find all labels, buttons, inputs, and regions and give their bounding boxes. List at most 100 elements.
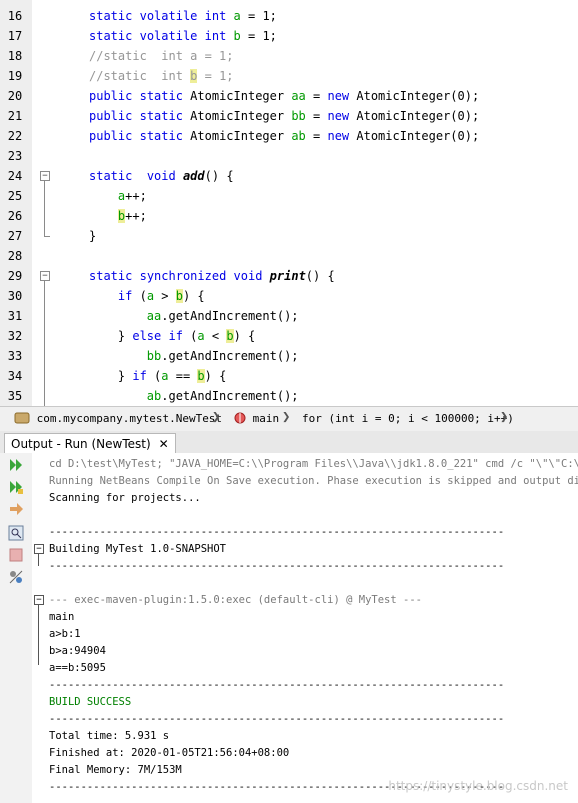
code-text: public static AtomicInteger ab = new Ato… bbox=[89, 129, 480, 143]
tab-output-run[interactable]: Output - Run (NewTest) ✕ bbox=[4, 433, 176, 454]
line-number: 29 bbox=[7, 269, 23, 283]
code-line[interactable]: 26 b++; bbox=[0, 206, 578, 226]
code-text: //static int b = 1; bbox=[89, 69, 234, 83]
line-number: 34 bbox=[7, 369, 23, 383]
line-number: 27 bbox=[7, 229, 23, 243]
code-line[interactable]: 22 public static AtomicInteger ab = new A… bbox=[0, 126, 578, 146]
code-line[interactable]: 16 static volatile int a = 1; bbox=[0, 6, 578, 26]
line-number: 19 bbox=[7, 69, 23, 83]
breadcrumb-method[interactable]: main bbox=[234, 411, 279, 427]
class-icon bbox=[14, 412, 30, 424]
code-line[interactable]: 21 public static AtomicInteger bb = new A… bbox=[0, 106, 578, 126]
chevron-right-icon: ❯ bbox=[212, 409, 221, 425]
code-text: bb.getAndIncrement(); bbox=[146, 349, 299, 363]
output-line: main bbox=[49, 611, 75, 623]
code-text: aa.getAndIncrement(); bbox=[146, 309, 299, 323]
fold-line bbox=[44, 181, 45, 236]
breadcrumb-loop[interactable]: for (int i = 0; i < 100000; i++) bbox=[302, 411, 514, 427]
output-line: b>a:94904 bbox=[49, 645, 106, 657]
code-line[interactable]: 23 bbox=[0, 146, 578, 166]
rerun-icon[interactable] bbox=[8, 457, 24, 473]
code-line[interactable]: 27} bbox=[0, 226, 578, 246]
code-text: public static AtomicInteger bb = new Ato… bbox=[89, 109, 480, 123]
line-number: 22 bbox=[7, 129, 23, 143]
line-number: 20 bbox=[7, 89, 23, 103]
code-text: if (a > b) { bbox=[117, 289, 205, 303]
code-line[interactable]: 17 static volatile int b = 1; bbox=[0, 26, 578, 46]
fold-line bbox=[38, 554, 39, 566]
code-text: } if (a == b) { bbox=[89, 369, 227, 383]
code-text: } bbox=[89, 229, 97, 243]
inspect-icon[interactable] bbox=[8, 525, 24, 541]
code-line[interactable]: 31 aa.getAndIncrement(); bbox=[0, 306, 578, 326]
code-text: } else if (a < b) { bbox=[89, 329, 256, 343]
stop-arrow-icon[interactable] bbox=[8, 501, 24, 517]
chevron-right-icon: ❯ bbox=[282, 409, 291, 425]
line-number: 28 bbox=[7, 249, 23, 263]
code-line[interactable]: 25 a++; bbox=[0, 186, 578, 206]
code-line[interactable]: 28 bbox=[0, 246, 578, 266]
line-number: 31 bbox=[7, 309, 23, 323]
chevron-right-icon: ❯ bbox=[500, 409, 509, 425]
line-number: 25 bbox=[7, 189, 23, 203]
output-line: Scanning for projects... bbox=[49, 492, 201, 504]
close-icon[interactable]: ✕ bbox=[159, 437, 169, 451]
output-toolbar bbox=[0, 453, 33, 803]
line-number: 21 bbox=[7, 109, 23, 123]
output-console[interactable]: cd D:\test\MyTest; "JAVA_HOME=C:\\Progra… bbox=[32, 453, 578, 803]
code-text: //static int a = 1; bbox=[89, 49, 234, 63]
code-text: static void add() { bbox=[89, 169, 234, 183]
line-number: 33 bbox=[7, 349, 23, 363]
code-line[interactable]: 34 } if (a == b) { bbox=[0, 366, 578, 386]
settings-icon[interactable] bbox=[8, 569, 24, 585]
breadcrumb: com.mycompany.mytest.NewTest ❯ main ❯ fo… bbox=[0, 406, 578, 432]
fold-toggle-add[interactable]: − bbox=[40, 171, 50, 181]
code-line[interactable]: 35 ab.getAndIncrement(); bbox=[0, 386, 578, 406]
code-line[interactable]: 19 //static int b = 1; bbox=[0, 66, 578, 86]
line-number: 35 bbox=[7, 389, 23, 403]
fold-toggle-print[interactable]: − bbox=[40, 271, 50, 281]
output-line: ----------------------------------------… bbox=[49, 560, 505, 572]
fold-toggle-building[interactable]: − bbox=[34, 544, 44, 554]
line-number: 17 bbox=[7, 29, 23, 43]
code-text: static volatile int a = 1; bbox=[89, 9, 277, 23]
output-line: Building MyTest 1.0-SNAPSHOT bbox=[49, 543, 227, 555]
code-editor[interactable]: 16 static volatile int a = 1; 17 static vol… bbox=[0, 0, 578, 406]
rerun-with-args-icon[interactable] bbox=[8, 479, 24, 495]
output-line: Final Memory: 7M/153M bbox=[49, 764, 182, 776]
code-text: static volatile int b = 1; bbox=[89, 29, 277, 43]
code-text: a++; bbox=[117, 189, 147, 203]
output-line: Running NetBeans Compile On Save executi… bbox=[49, 475, 578, 487]
code-line[interactable]: 29 static synchronized void print() { bbox=[0, 266, 578, 286]
output-line: ----------------------------------------… bbox=[49, 679, 505, 691]
fold-line bbox=[38, 605, 39, 665]
output-line: Total time: 5.931 s bbox=[49, 730, 170, 742]
line-number: 24 bbox=[7, 169, 23, 183]
line-number: 23 bbox=[7, 149, 23, 163]
fold-toggle-exec[interactable]: − bbox=[34, 595, 44, 605]
code-line[interactable]: 18 //static int a = 1; bbox=[0, 46, 578, 66]
code-text: b++; bbox=[117, 209, 147, 223]
output-line: BUILD SUCCESS bbox=[49, 696, 132, 708]
breadcrumb-class[interactable]: com.mycompany.mytest.NewTest bbox=[14, 411, 222, 427]
code-line[interactable]: 24 static void add() { bbox=[0, 166, 578, 186]
output-line: a>b:1 bbox=[49, 628, 81, 640]
method-icon bbox=[234, 412, 246, 424]
line-number: 18 bbox=[7, 49, 23, 63]
stop-icon[interactable] bbox=[8, 547, 24, 563]
fold-end bbox=[44, 236, 50, 237]
output-tab-bar: Output - Run (NewTest) ✕ bbox=[0, 431, 578, 454]
code-line[interactable]: 30 if (a > b) { bbox=[0, 286, 578, 306]
output-line: ----------------------------------------… bbox=[49, 526, 505, 538]
line-number: 30 bbox=[7, 289, 23, 303]
code-line[interactable]: 20 public static AtomicInteger aa = new A… bbox=[0, 86, 578, 106]
line-number: 26 bbox=[7, 209, 23, 223]
output-line: cd D:\test\MyTest; "JAVA_HOME=C:\\Progra… bbox=[49, 458, 578, 470]
code-line[interactable]: 32 } else if (a < b) { bbox=[0, 326, 578, 346]
code-text: public static AtomicInteger aa = new Ato… bbox=[89, 89, 480, 103]
line-number: 16 bbox=[7, 9, 23, 23]
code-line[interactable]: 33 bb.getAndIncrement(); bbox=[0, 346, 578, 366]
line-number: 32 bbox=[7, 329, 23, 343]
output-line: --- exec-maven-plugin:1.5.0:exec (defaul… bbox=[49, 594, 422, 606]
output-line: Finished at: 2020-01-05T21:56:04+08:00 bbox=[49, 747, 290, 759]
